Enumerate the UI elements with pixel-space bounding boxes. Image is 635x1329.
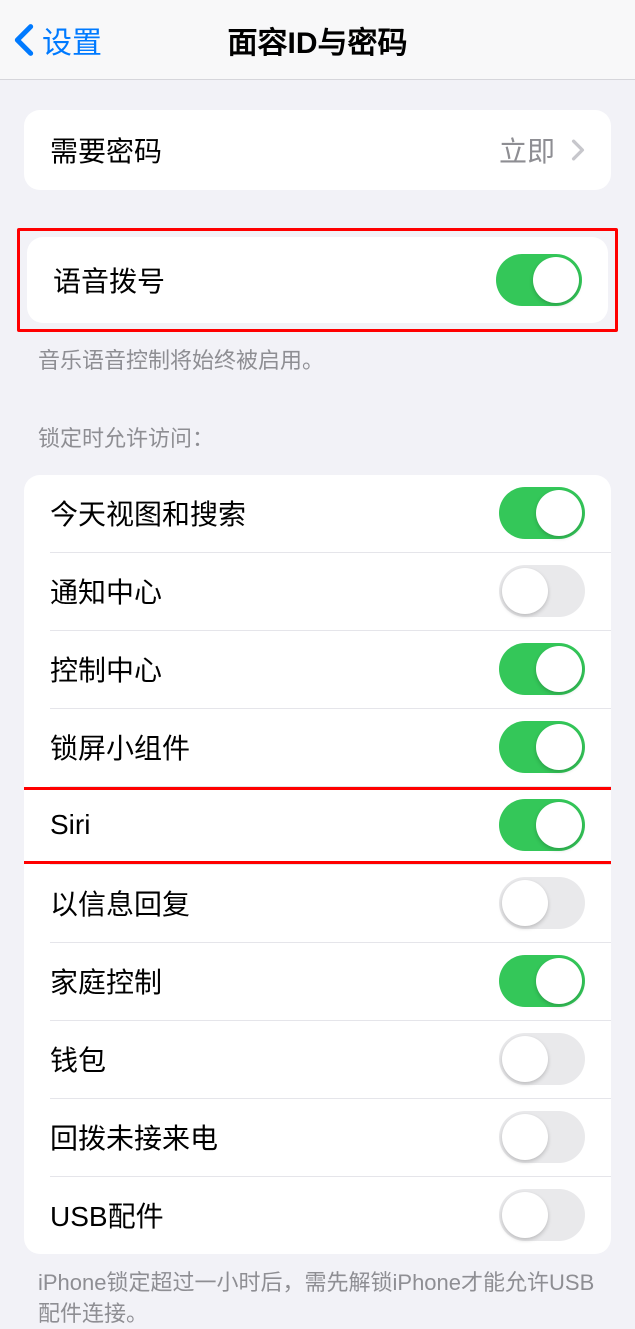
lock-access-group: 今天视图和搜索 通知中心 控制中心 锁屏小组件 Siri 以信息回复 [24, 475, 611, 1254]
lock-section-header: 锁定时允许访问： [0, 421, 635, 453]
wallet-toggle[interactable] [499, 1033, 585, 1085]
lock-widgets-toggle[interactable] [499, 721, 585, 773]
back-label: 设置 [42, 18, 102, 62]
notification-center-toggle[interactable] [499, 565, 585, 617]
voice-dial-footer: 音乐语音控制将始终被启用。 [0, 332, 635, 377]
toggle-knob [536, 490, 582, 536]
usb-footer: iPhone锁定超过一小时后，需先解锁iPhone才能允许USB配件连接。 [0, 1254, 635, 1329]
voice-dial-label: 语音拨号 [53, 260, 165, 300]
toggle-knob [536, 724, 582, 770]
chevron-right-icon [571, 139, 585, 161]
toggle-knob [502, 1036, 548, 1082]
voice-dial-row: 语音拨号 [27, 237, 608, 323]
require-passcode-group: 需要密码 立即 [24, 110, 611, 190]
require-passcode-label: 需要密码 [50, 130, 162, 170]
voice-dial-group: 语音拨号 [27, 237, 608, 323]
toggle-knob [536, 802, 582, 848]
today-view-toggle[interactable] [499, 487, 585, 539]
usb-accessories-toggle[interactable] [499, 1189, 585, 1241]
toggle-knob [502, 880, 548, 926]
callback-toggle[interactable] [499, 1111, 585, 1163]
home-control-label: 家庭控制 [50, 961, 162, 1001]
toggle-knob [502, 1192, 548, 1238]
today-view-row: 今天视图和搜索 [24, 475, 611, 552]
home-control-row: 家庭控制 [24, 943, 611, 1020]
nav-header: 设置 面容ID与密码 [0, 0, 635, 80]
chevron-left-icon [14, 23, 34, 57]
home-control-toggle[interactable] [499, 955, 585, 1007]
notification-center-row: 通知中心 [24, 553, 611, 630]
siri-toggle[interactable] [499, 799, 585, 851]
page-title: 面容ID与密码 [228, 18, 408, 62]
toggle-knob [502, 1114, 548, 1160]
toggle-knob [533, 257, 579, 303]
control-center-toggle[interactable] [499, 643, 585, 695]
siri-label: Siri [50, 809, 90, 841]
control-center-label: 控制中心 [50, 649, 162, 689]
lock-widgets-row: 锁屏小组件 [24, 709, 611, 786]
require-passcode-value: 立即 [499, 130, 585, 170]
voice-dial-toggle[interactable] [496, 254, 582, 306]
callback-label: 回拨未接来电 [50, 1117, 218, 1157]
wallet-label: 钱包 [50, 1039, 106, 1079]
lock-widgets-label: 锁屏小组件 [50, 727, 190, 767]
usb-accessories-label: USB配件 [50, 1195, 164, 1235]
today-view-label: 今天视图和搜索 [50, 493, 246, 533]
wallet-row: 钱包 [24, 1021, 611, 1098]
callback-row: 回拨未接来电 [24, 1099, 611, 1176]
voice-dial-highlight: 语音拨号 [17, 228, 618, 332]
reply-message-row: 以信息回复 [24, 865, 611, 942]
toggle-knob [536, 646, 582, 692]
reply-message-toggle[interactable] [499, 877, 585, 929]
toggle-knob [536, 958, 582, 1004]
toggle-knob [502, 568, 548, 614]
reply-message-label: 以信息回复 [50, 883, 190, 923]
usb-accessories-row: USB配件 [24, 1177, 611, 1254]
require-passcode-row[interactable]: 需要密码 立即 [24, 110, 611, 190]
require-passcode-value-text: 立即 [499, 130, 555, 170]
control-center-row: 控制中心 [24, 631, 611, 708]
siri-row: Siri [24, 787, 611, 864]
back-button[interactable]: 设置 [0, 18, 102, 62]
notification-center-label: 通知中心 [50, 571, 162, 611]
